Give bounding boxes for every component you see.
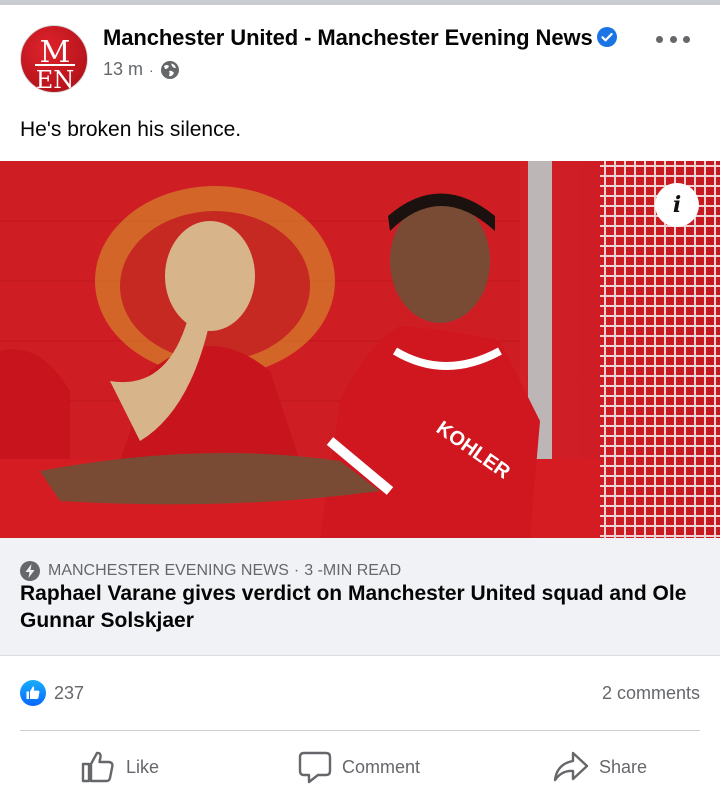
comment-label: Comment	[342, 756, 421, 777]
info-icon[interactable]: i	[655, 183, 699, 227]
verified-badge-icon	[597, 27, 617, 47]
dot	[656, 35, 663, 43]
thumbs-up-icon	[20, 680, 46, 706]
meta-separator: ·	[149, 61, 154, 78]
reaction-summary[interactable]: 237	[20, 680, 84, 706]
more-options-icon[interactable]	[656, 31, 690, 47]
dot	[669, 35, 677, 43]
like-icon	[81, 751, 114, 783]
like-count: 237	[54, 682, 85, 703]
comment-icon	[298, 751, 332, 784]
dot	[683, 35, 690, 43]
comments-count[interactable]: 2 comments	[602, 683, 700, 704]
share-button[interactable]: Share	[553, 749, 647, 785]
source-separator: ·	[293, 562, 300, 579]
article-source: MANCHESTER EVENING NEWS · 3 -MIN READ	[20, 561, 401, 581]
svg-text:EN: EN	[36, 66, 75, 93]
post-actions: Like Comment Share	[0, 731, 720, 804]
post-header: M EN Manchester United - Manchester Even…	[0, 5, 720, 105]
link-preview[interactable]: MANCHESTER EVENING NEWS · 3 -MIN READ Ra…	[0, 538, 720, 656]
men-logo: M EN	[35, 35, 75, 93]
page-name[interactable]: Manchester United - Manchester Evening N…	[103, 25, 593, 51]
article-image[interactable]: KOHLER	[0, 161, 720, 538]
read-time: 3 -MIN READ	[304, 562, 402, 579]
comment-button[interactable]: Comment	[298, 749, 420, 785]
page-avatar[interactable]: M EN	[20, 25, 88, 93]
share-label: Share	[599, 756, 648, 777]
like-label: Like	[126, 756, 160, 777]
player-photo: KOHLER	[0, 161, 720, 538]
article-headline[interactable]: Raphael Varane gives verdict on Manchest…	[20, 580, 700, 634]
like-button[interactable]: Like	[80, 749, 159, 785]
share-icon	[553, 751, 589, 782]
post-text: He's broken his silence.	[20, 118, 242, 141]
source-name: MANCHESTER EVENING NEWS	[48, 562, 289, 579]
instant-article-bolt-icon	[20, 561, 40, 581]
post-meta: 13 m ·	[103, 59, 180, 80]
globe-icon[interactable]	[160, 60, 180, 80]
post-time[interactable]: 13 m	[103, 59, 143, 80]
